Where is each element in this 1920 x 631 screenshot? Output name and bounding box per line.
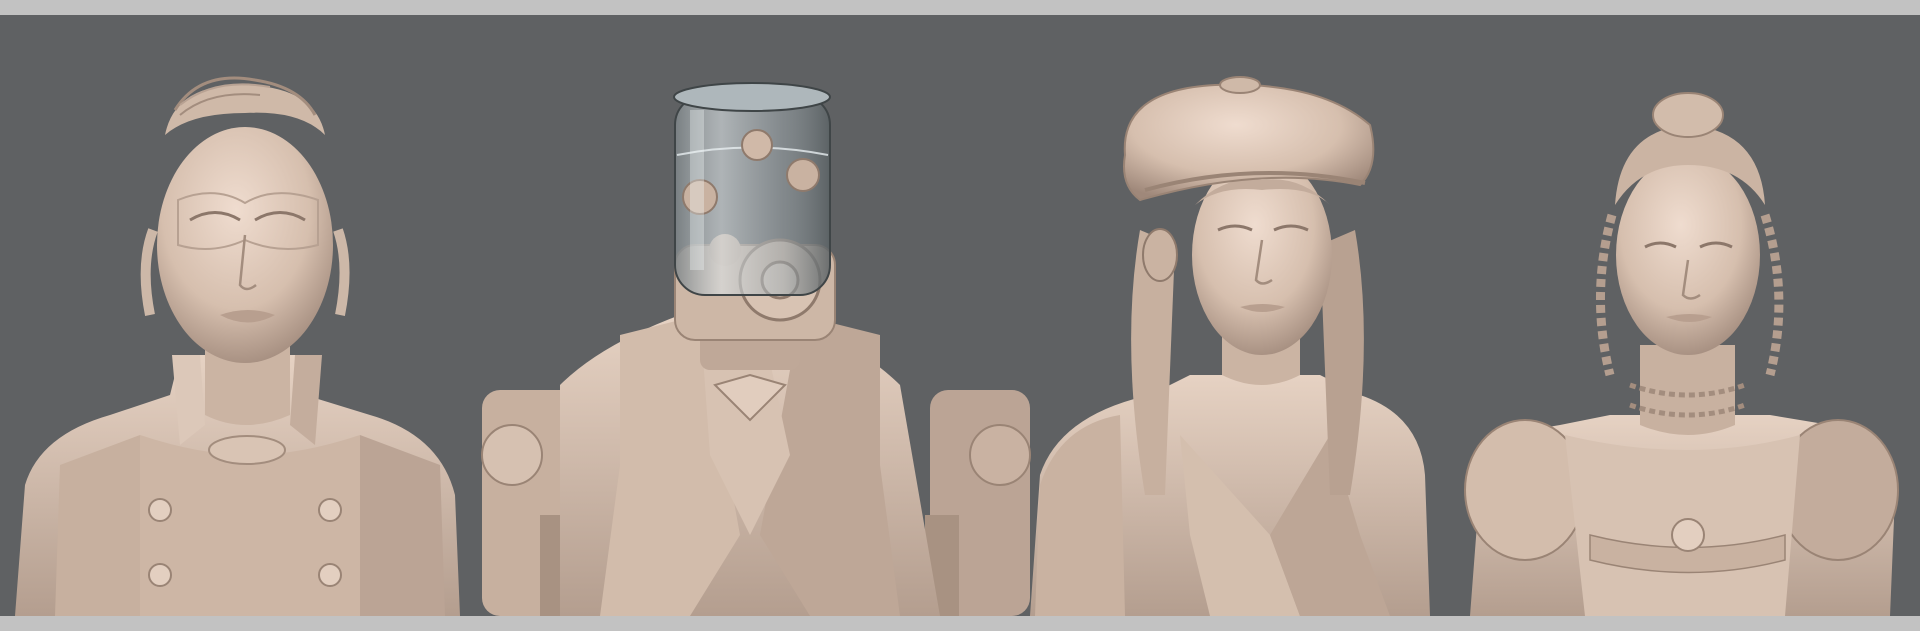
figure-4-braid-girl <box>1464 92 1899 616</box>
sculpt-render <box>15 76 1899 616</box>
figure-3-cap-girl <box>1030 76 1430 616</box>
render-frame <box>0 15 1920 616</box>
figure-1-woman-jacket <box>15 76 460 616</box>
bottom-border <box>0 616 1920 631</box>
top-border <box>0 0 1920 15</box>
figure-2-jar-robot <box>481 82 1031 616</box>
